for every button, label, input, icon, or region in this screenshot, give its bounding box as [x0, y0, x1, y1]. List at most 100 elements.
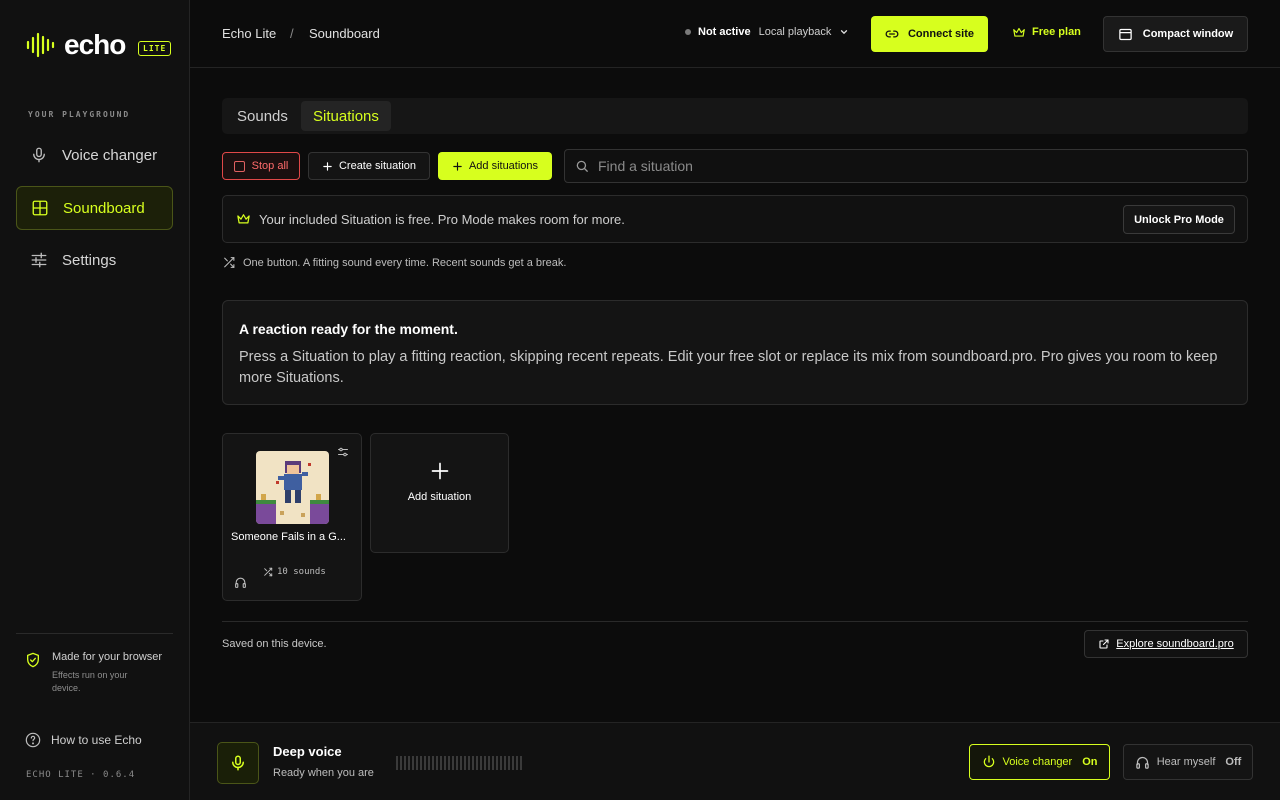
info-card-heading: A reaction ready for the moment. — [239, 321, 458, 337]
pro-banner-text: Your included Situation is free. Pro Mod… — [259, 212, 625, 227]
headphones-icon — [1135, 756, 1149, 769]
sidebar-item-settings[interactable]: Settings — [16, 238, 173, 282]
compact-window-label: Compact window — [1142, 28, 1234, 40]
tab-bar: Sounds Situations — [222, 98, 1248, 134]
meter-tick — [520, 756, 522, 770]
meter-tick — [416, 756, 418, 770]
help-circle-icon — [25, 732, 41, 748]
shuffle-icon — [264, 567, 273, 577]
add-situations-button[interactable]: Add situations — [438, 152, 552, 180]
breadcrumb-root[interactable]: Echo Lite — [222, 26, 276, 41]
status-mode: Local playback — [758, 26, 832, 38]
sidebar: echo LITE YOUR PLAYGROUND Voice changer … — [0, 0, 190, 800]
meter-tick — [516, 756, 518, 770]
sidebar-section-label: YOUR PLAYGROUND — [28, 110, 131, 119]
mic-icon — [33, 147, 45, 163]
meter-tick — [460, 756, 462, 770]
audio-level-meter — [396, 756, 522, 770]
tab-situations[interactable]: Situations — [301, 101, 391, 131]
meter-tick — [428, 756, 430, 770]
grid-icon — [32, 200, 48, 216]
shuffle-icon — [224, 257, 235, 268]
meter-tick — [476, 756, 478, 770]
compact-window-button[interactable]: Compact window — [1103, 16, 1248, 52]
playback-status-dropdown[interactable]: Not active Local playback — [685, 26, 849, 38]
add-situations-label: Add situations — [468, 160, 539, 172]
situation-search — [564, 149, 1248, 183]
meter-tick — [512, 756, 514, 770]
situation-name: Someone Fails in a G... — [231, 531, 346, 543]
search-input[interactable] — [598, 158, 1198, 174]
how-to-link[interactable]: How to use Echo — [25, 732, 142, 748]
connect-site-button[interactable]: Connect site — [871, 16, 988, 52]
voice-mic-button[interactable] — [217, 742, 259, 784]
free-plan-link[interactable]: Free plan — [1012, 26, 1081, 38]
explore-label: Explore soundboard.pro — [1116, 638, 1234, 650]
explore-soundboard-link[interactable]: Explore soundboard.pro — [1084, 630, 1248, 658]
stop-all-button[interactable]: Stop all — [222, 152, 300, 180]
meter-tick — [444, 756, 446, 770]
situation-sound-count: 10 sounds — [263, 567, 326, 577]
meter-tick — [440, 756, 442, 770]
info-card-body: Press a Situation to play a fitting reac… — [239, 349, 1218, 386]
tab-sounds[interactable]: Sounds — [225, 101, 300, 131]
meter-tick — [396, 756, 398, 770]
meter-tick — [504, 756, 506, 770]
shuffle-hint: One button. A fitting sound every time. … — [222, 256, 566, 269]
status-state: Not active — [698, 26, 751, 38]
window-icon — [1119, 28, 1132, 40]
meter-tick — [456, 756, 458, 770]
browser-note-subtitle: Effects run on your device. — [52, 670, 128, 693]
meter-tick — [484, 756, 486, 770]
plus-icon — [323, 161, 332, 171]
meter-tick — [488, 756, 490, 770]
meter-tick — [436, 756, 438, 770]
top-header: Echo Lite / Soundboard Not active Local … — [190, 0, 1280, 68]
bottom-voice-bar: Deep voice Ready when you are Voice chan… — [190, 722, 1280, 800]
meter-tick — [404, 756, 406, 770]
stop-square-icon — [233, 160, 245, 172]
status-dot — [685, 29, 691, 35]
unlock-pro-button[interactable]: Unlock Pro Mode — [1123, 205, 1235, 234]
meter-tick — [468, 756, 470, 770]
situation-settings-icon[interactable] — [337, 446, 349, 458]
app-version: ECHO LITE · 0.6.4 — [26, 770, 136, 780]
headphones-icon[interactable] — [234, 576, 247, 589]
voice-changer-label: Voice changer — [1002, 756, 1073, 768]
crown-icon — [1013, 27, 1025, 37]
meter-tick — [452, 756, 454, 770]
breadcrumb-current: Soundboard — [309, 26, 380, 41]
add-situation-card[interactable]: Add situation — [370, 433, 509, 553]
shuffle-hint-text: One button. A fitting sound every time. … — [243, 256, 567, 269]
sidebar-item-label: Voice changer — [62, 146, 158, 164]
link-icon — [885, 30, 899, 38]
external-link-icon — [1099, 639, 1109, 649]
sidebar-item-label: Settings — [62, 251, 117, 269]
situation-card[interactable]: Someone Fails in a G... 10 sounds — [222, 433, 362, 601]
meter-tick — [400, 756, 402, 770]
meter-tick — [432, 756, 434, 770]
hear-myself-toggle[interactable]: Hear myself Off — [1123, 744, 1253, 780]
sound-count-text: 10 sounds — [277, 567, 326, 577]
soundwave-icon — [26, 32, 55, 58]
app-logo[interactable]: echo — [26, 29, 126, 60]
connect-site-label: Connect site — [907, 28, 974, 40]
situation-thumbnail — [256, 451, 329, 524]
sliders-icon — [31, 252, 47, 268]
power-icon — [983, 755, 994, 768]
create-situation-button[interactable]: Create situation — [308, 152, 430, 180]
add-situation-label: Add situation — [407, 491, 472, 503]
mic-icon — [232, 755, 244, 771]
sidebar-item-soundboard[interactable]: Soundboard — [16, 186, 173, 230]
how-to-label: How to use Echo — [51, 733, 142, 747]
search-icon — [576, 160, 588, 172]
sidebar-item-voice-changer[interactable]: Voice changer — [16, 133, 173, 177]
voice-changer-state: On — [1082, 756, 1098, 768]
voice-changer-toggle[interactable]: Voice changer On — [969, 744, 1110, 780]
pro-mode-banner: Your included Situation is free. Pro Mod… — [222, 195, 1248, 243]
meter-tick — [500, 756, 502, 770]
crown-icon — [237, 214, 250, 224]
lite-badge: LITE — [138, 41, 172, 56]
meter-tick — [408, 756, 410, 770]
free-plan-label: Free plan — [1032, 26, 1081, 38]
